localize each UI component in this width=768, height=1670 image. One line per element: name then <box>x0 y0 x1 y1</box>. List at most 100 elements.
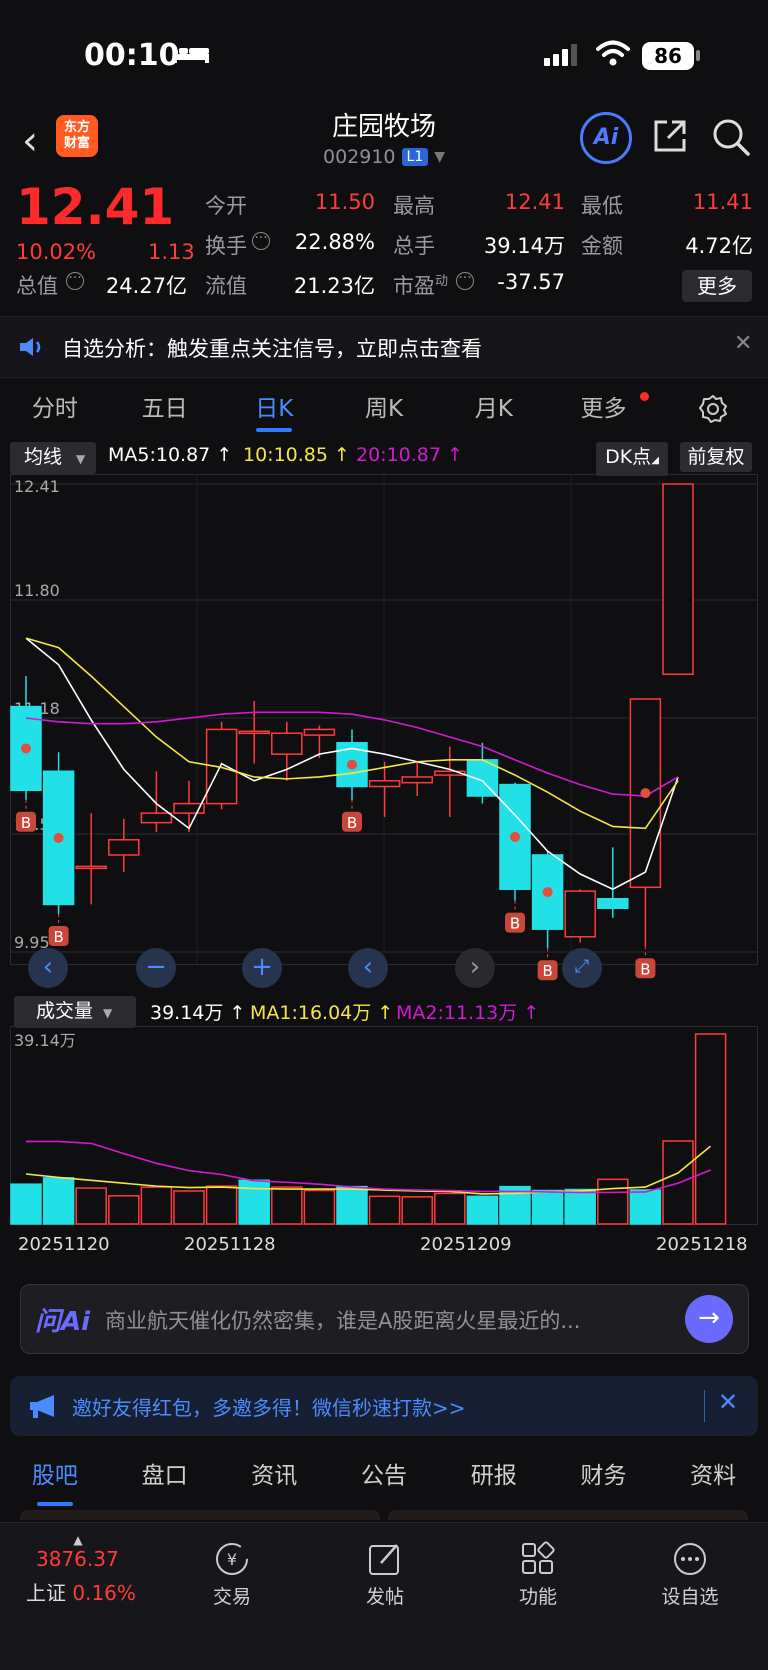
tab-orderbook[interactable]: 盘口 <box>110 1446 220 1508</box>
zoom-in-button[interactable]: + <box>242 948 282 988</box>
tab-profile[interactable]: 资料 <box>658 1446 768 1508</box>
candle-body <box>75 865 107 870</box>
tab-finance[interactable]: 财务 <box>549 1446 659 1508</box>
function-button[interactable]: 功能 <box>488 1541 588 1609</box>
fullscreen-button[interactable]: ⤢ <box>562 948 602 988</box>
chart-period-tabs: 分时 五日 日K 周K 月K 更多 <box>0 378 768 440</box>
buy-signal-dot <box>640 788 651 799</box>
promo-banner[interactable]: 邀好友得红包，多邀多得！微信秒速打款>> ✕ <box>10 1376 758 1436</box>
close-icon[interactable]: ✕ <box>718 1388 738 1416</box>
dk-point-label: DK点 <box>605 446 652 468</box>
candle-body <box>564 890 596 938</box>
volume-bar <box>401 1196 433 1225</box>
vol-ma2-text: MA2:11.13万 <box>396 1002 518 1024</box>
grid-icon <box>522 1541 555 1574</box>
scroll-left-start-button[interactable]: ‹ <box>28 948 68 988</box>
buy-signal-label: B <box>542 962 552 980</box>
date-axis-label: 20251218 <box>656 1234 748 1255</box>
card-peek <box>388 1510 748 1520</box>
tab-announcements[interactable]: 公告 <box>329 1446 439 1508</box>
tab-weekly[interactable]: 周K <box>329 378 439 440</box>
buy-signal-dot <box>542 887 553 898</box>
low-label: 最低 <box>581 194 623 218</box>
open-label: 今开 <box>205 194 247 218</box>
tab-daily[interactable]: 日K <box>219 378 329 440</box>
ai-button[interactable]: Ai <box>580 112 632 164</box>
volume-chart[interactable]: 39.14万 20251120 20251128 20251209 20251218 <box>10 1026 758 1270</box>
ma5-readout: MA5:10.87 ↑ <box>108 444 233 466</box>
candle-body <box>108 839 140 856</box>
post-button[interactable]: 发帖 <box>335 1541 435 1609</box>
date-axis-label: 20251209 <box>420 1234 512 1255</box>
low-value: 11.41 <box>692 190 753 214</box>
volume-bar <box>205 1185 238 1225</box>
trade-button[interactable]: ¥ 交易 <box>182 1541 282 1609</box>
caret-down-icon: ▼ <box>76 452 86 466</box>
trade-label: 交易 <box>212 1586 251 1608</box>
volume-bar <box>173 1190 205 1225</box>
change-amount: 1.13 <box>148 240 195 264</box>
tab-research[interactable]: 研报 <box>439 1446 549 1508</box>
trade-icon: ¥ <box>216 1543 248 1575</box>
scroll-right-button[interactable]: › <box>455 948 495 988</box>
float-cap-value: 21.23亿 <box>293 274 375 298</box>
float-cap-label: 流值 <box>205 274 247 298</box>
close-icon[interactable]: ✕ <box>734 331 752 356</box>
candlestick-chart[interactable]: 12.4111.8011.1810.579.95BBBBBB <box>10 474 758 994</box>
volume-bar <box>564 1188 596 1225</box>
megaphone-icon <box>30 1395 54 1418</box>
date-axis-label: 20251120 <box>18 1234 110 1255</box>
triangle-up-icon: ▲ <box>73 1533 83 1547</box>
scroll-left-button[interactable]: ‹ <box>348 948 388 988</box>
pe-label-sup: 动 <box>435 274 449 289</box>
tab-five-day[interactable]: 五日 <box>110 378 220 440</box>
tab-forum[interactable]: 股吧 <box>0 1446 110 1508</box>
index-widget[interactable]: ▲ 3876.37 上证 0.16% <box>18 1533 158 1606</box>
notice-banner[interactable]: 自选分析：触发重点关注信号，立即点击查看 ✕ <box>0 316 768 378</box>
tab-more[interactable]: 更多 <box>549 378 659 440</box>
ma10-readout: 10:10.85 ↑ <box>243 444 350 466</box>
zoom-out-button[interactable]: − <box>136 948 176 988</box>
add-watchlist-button[interactable]: 设自选 <box>640 1541 740 1609</box>
volume-selector[interactable]: 成交量 ▼ <box>14 996 136 1028</box>
status-bar: 00:10 86 <box>0 0 768 100</box>
ma-selector[interactable]: 均线 ▼ <box>10 442 96 474</box>
tab-monthly[interactable]: 月K <box>439 378 549 440</box>
tab-intraday[interactable]: 分时 <box>0 378 110 440</box>
buy-signal-label: B <box>510 915 520 933</box>
tab-news[interactable]: 资讯 <box>219 1446 329 1508</box>
speaker-icon <box>20 338 41 356</box>
dk-point-button[interactable]: DK点◢ <box>596 442 668 476</box>
info-icon[interactable]: ··· <box>66 271 84 290</box>
share-icon[interactable] <box>652 118 688 154</box>
volume-bar <box>238 1179 270 1225</box>
info-icon[interactable]: ··· <box>252 231 270 250</box>
candle-body <box>401 776 433 784</box>
market-cap-label: 总值 <box>16 274 58 298</box>
market-cap-value: 24.27亿 <box>105 274 187 298</box>
change-percent: 10.02% <box>16 240 97 264</box>
wifi-icon <box>596 40 630 66</box>
volume-bar <box>10 1183 42 1225</box>
function-label: 功能 <box>518 1586 557 1608</box>
more-button[interactable]: 更多 <box>682 270 752 302</box>
candle-body <box>205 728 238 805</box>
clock: 00:10 <box>84 38 180 73</box>
arrow-right-icon[interactable]: → <box>685 1295 733 1343</box>
buy-signal-dot <box>347 759 357 770</box>
more-dots-icon <box>674 1543 706 1575</box>
stock-code: 002910 <box>322 146 396 168</box>
info-icon[interactable]: ··· <box>456 271 474 290</box>
search-icon[interactable] <box>712 118 750 156</box>
ask-ai-box[interactable]: 问Ai 商业航天催化仍然密集，谁是A股距离火星最近的... → <box>20 1284 749 1354</box>
edit-icon <box>369 1544 399 1575</box>
volume-bar <box>42 1177 75 1225</box>
gear-icon[interactable] <box>698 394 728 424</box>
level-badge: L1 <box>401 148 429 166</box>
vol-ma2-readout: MA2:11.13万 ↑ <box>396 1002 540 1024</box>
adjust-button[interactable]: 前复权 <box>680 442 752 472</box>
battery-icon: 86 <box>642 42 694 70</box>
promo-text: 邀好友得红包，多邀多得！微信秒速打款>> <box>72 1396 466 1420</box>
ask-ai-prompt: 商业航天催化仍然密集，谁是A股距离火星最近的... <box>105 1309 581 1333</box>
volume-value: 39.14万 <box>483 234 565 258</box>
